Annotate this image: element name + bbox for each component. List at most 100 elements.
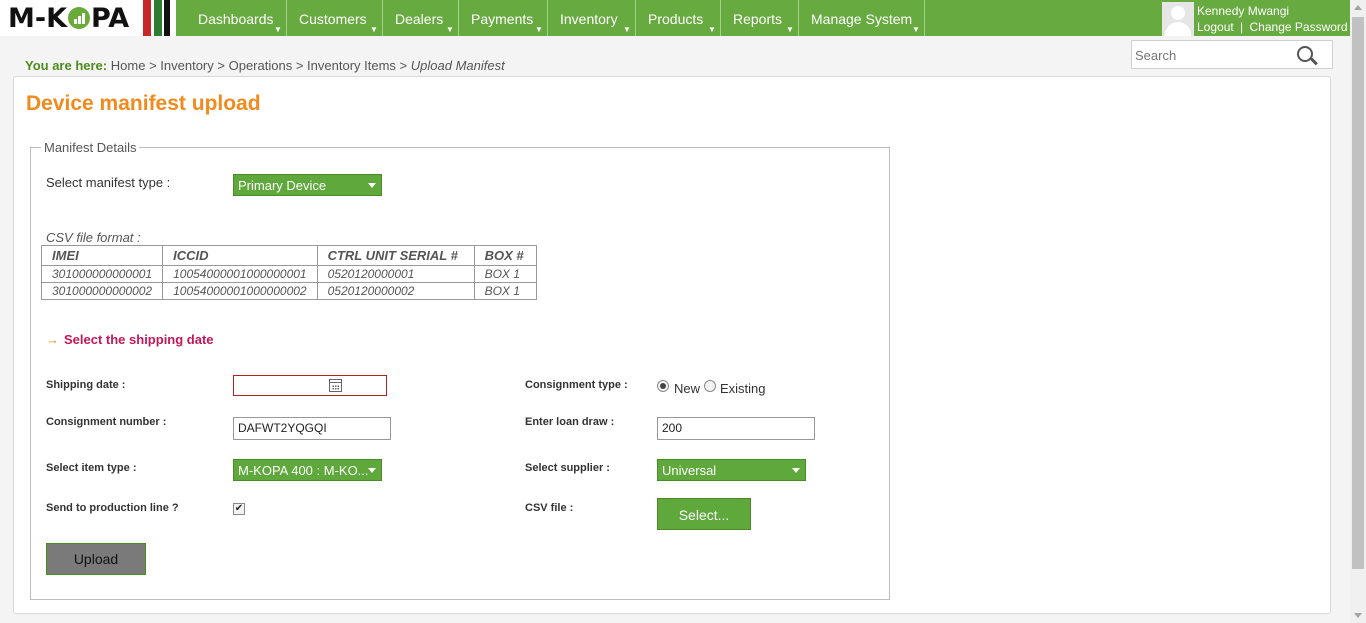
breadcrumb-separator: > [399, 58, 408, 73]
nav-dealers[interactable]: Dealers ▼ [383, 0, 459, 36]
nav-label: Products [648, 11, 704, 27]
top-bar: M-K PA Dashboards ▼ Customers ▼ Dealers ▼ Pa… [0, 0, 1350, 36]
shipping-heading-text: Select the shipping date [64, 332, 214, 347]
search-icon[interactable] [1297, 46, 1313, 62]
item-type-label: Select item type : [46, 462, 137, 474]
nav-label: Dealers [395, 11, 444, 27]
csv-cell: 0520120000002 [316, 282, 475, 300]
logout-link[interactable]: Logout [1197, 20, 1234, 34]
search-input[interactable] [1133, 46, 1293, 64]
nav-label: Dashboards [198, 11, 274, 27]
flag-stripe-black [164, 0, 170, 36]
consignment-type-new-radio[interactable] [657, 380, 669, 392]
logo-text-left: M-K [8, 3, 67, 34]
main-panel: Device manifest upload Manifest Details … [13, 76, 1331, 614]
csv-header-box: BOX # [473, 245, 537, 266]
chevron-down-icon [368, 183, 376, 188]
calendar-icon[interactable] [329, 379, 342, 392]
breadcrumb-current: Upload Manifest [410, 58, 505, 73]
csv-cell: 10054000001000000002 [162, 282, 318, 300]
consignment-type-existing-radio[interactable] [704, 380, 716, 392]
caret-down-icon: ▼ [446, 25, 454, 34]
caret-down-icon: ▼ [535, 25, 543, 34]
production-line-label: Send to production line ? [46, 502, 179, 514]
nav-manage-system[interactable]: Manage System ▼ [799, 0, 925, 36]
logo-text: M-K PA [8, 3, 129, 34]
csv-cell: BOX 1 [473, 265, 537, 283]
caret-down-icon: ▼ [370, 25, 378, 34]
manifest-type-label: Select manifest type : [46, 175, 171, 190]
flag-stripe-red [143, 0, 151, 36]
csv-cell: 0520120000001 [316, 265, 475, 283]
chevron-down-icon [792, 468, 800, 473]
csv-header-ctrl-serial: CTRL UNIT SERIAL # [316, 245, 475, 266]
shipping-date-heading: → Select the shipping date [46, 332, 214, 347]
breadcrumb-separator: > [149, 58, 157, 73]
nav-label: Customers [299, 11, 367, 27]
caret-down-icon: ▼ [274, 25, 282, 34]
user-name: Kennedy Mwangi [1197, 4, 1290, 18]
page-scrollbar[interactable] [1350, 0, 1366, 623]
scrollbar-thumb[interactable] [1352, 17, 1364, 569]
search-box [1131, 40, 1333, 69]
consignment-type-new-label[interactable]: New [674, 381, 700, 396]
csv-cell: 10054000001000000001 [162, 265, 318, 283]
nav-payments[interactable]: Payments ▼ [459, 0, 548, 36]
consignment-type-label: Consignment type : [525, 379, 628, 391]
nav-inventory[interactable]: Inventory ▼ [548, 0, 636, 36]
arrow-right-icon: → [46, 332, 59, 347]
csv-cell: BOX 1 [473, 282, 537, 300]
breadcrumb-inventory-items[interactable]: Inventory Items [307, 58, 396, 73]
manifest-details-legend: Manifest Details [44, 140, 137, 155]
nav-reports[interactable]: Reports ▼ [721, 0, 799, 36]
supplier-value: Universal [662, 463, 717, 478]
mkopa-logo[interactable]: M-K PA [0, 0, 142, 36]
consignment-number-field[interactable]: DAFWT2YQGQI [233, 417, 391, 440]
nav-label: Payments [471, 11, 534, 27]
select-file-button[interactable]: Select... [657, 498, 751, 530]
breadcrumb-separator: > [217, 58, 225, 73]
breadcrumb-lead: You are here: [25, 58, 108, 73]
breadcrumb-home[interactable]: Home [111, 58, 146, 73]
change-password-link[interactable]: Change Password [1250, 20, 1348, 34]
table-row: 301000000000001 10054000001000000001 052… [40, 265, 537, 283]
nav-products[interactable]: Products ▼ [636, 0, 721, 36]
item-type-select[interactable]: M-KOPA 400 : M-KO... [233, 459, 382, 481]
item-type-value: M-KOPA 400 : M-KO... [238, 463, 369, 478]
scroll-up-icon[interactable] [1354, 5, 1362, 10]
csv-cell: 301000000000002 [40, 282, 164, 300]
flag-stripe-green [154, 0, 162, 36]
caret-down-icon: ▼ [786, 25, 794, 34]
table-row: 301000000000002 10054000001000000002 052… [40, 282, 537, 300]
csv-header-row: IMEI ICCID CTRL UNIT SERIAL # BOX # [40, 245, 537, 266]
logo-text-right: PA [91, 3, 130, 34]
upload-button[interactable]: Upload [46, 543, 146, 575]
production-line-checkbox[interactable]: ✔ [233, 503, 245, 515]
nav-label: Manage System [811, 11, 913, 27]
caret-down-icon: ▼ [708, 25, 716, 34]
scroll-down-icon[interactable] [1354, 613, 1362, 618]
nav-label: Reports [733, 11, 783, 27]
shipping-date-label: Shipping date : [46, 379, 126, 391]
csv-header-iccid: ICCID [162, 245, 318, 266]
nav-dashboards[interactable]: Dashboards ▼ [186, 0, 287, 36]
nav-label: Inventory [560, 11, 618, 27]
csv-format-label: CSV file format : [46, 230, 141, 245]
user-links: Logout | Change Password [1197, 20, 1348, 34]
supplier-select[interactable]: Universal [657, 459, 806, 481]
nav-customers[interactable]: Customers ▼ [287, 0, 383, 36]
manifest-type-select[interactable]: Primary Device [233, 174, 382, 196]
breadcrumb-inventory[interactable]: Inventory [160, 58, 213, 73]
shipping-date-field[interactable] [233, 375, 387, 396]
caret-down-icon: ▼ [623, 25, 631, 34]
breadcrumb-operations[interactable]: Operations [229, 58, 293, 73]
csv-format-table: IMEI ICCID CTRL UNIT SERIAL # BOX # 3010… [40, 245, 537, 300]
user-avatar-icon [1162, 2, 1194, 36]
csv-cell: 301000000000001 [40, 265, 164, 283]
loan-draw-field[interactable]: 200 [657, 417, 815, 440]
consignment-type-existing-label[interactable]: Existing [720, 381, 766, 396]
caret-down-icon: ▼ [912, 25, 920, 34]
breadcrumb: You are here: Home > Inventory > Operati… [25, 58, 505, 73]
chevron-down-icon [368, 468, 376, 473]
user-box: Kennedy Mwangi Logout | Change Password [1158, 0, 1350, 36]
